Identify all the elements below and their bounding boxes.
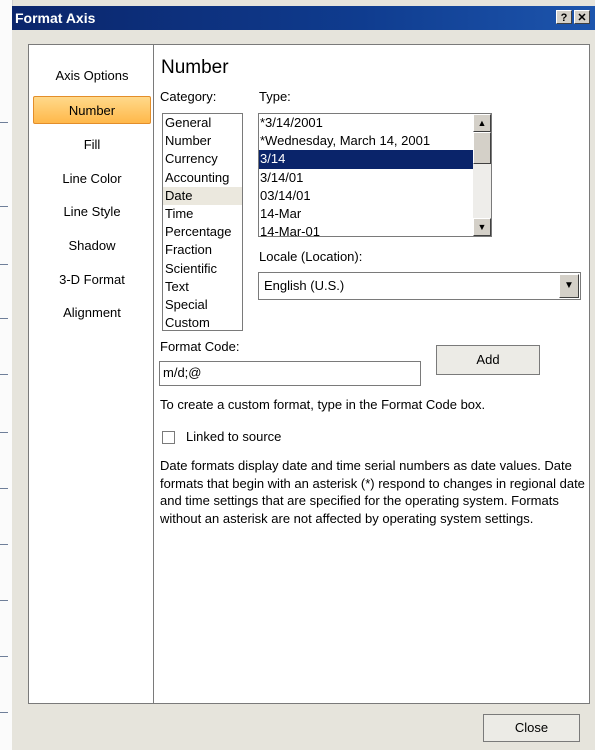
category-label: Category: <box>160 89 217 104</box>
nav-item-fill[interactable]: Fill <box>29 130 155 160</box>
window-title: Format Axis <box>15 10 96 26</box>
format-code-input[interactable]: m/d;@ <box>159 361 421 386</box>
type-item[interactable]: *3/14/2001 <box>259 114 474 132</box>
nav-item-line-style[interactable]: Line Style <box>29 197 155 227</box>
nav-item-number[interactable]: Number <box>33 96 151 124</box>
panel-title: Number <box>161 57 229 78</box>
category-item-scientific[interactable]: Scientific <box>163 260 242 278</box>
type-list-scrollbar[interactable]: ▲ ▼ <box>473 114 491 236</box>
category-item-date[interactable]: Date <box>163 186 242 205</box>
category-list[interactable]: General Number Currency Accounting Date … <box>162 113 243 331</box>
strip-tick <box>0 712 8 713</box>
type-item[interactable]: 14-Mar <box>259 205 474 223</box>
close-window-button[interactable]: ✕ <box>574 10 590 24</box>
type-label: Type: <box>259 89 291 104</box>
strip-tick <box>0 544 8 545</box>
format-code-label: Format Code: <box>160 339 240 354</box>
category-nav: Axis Options Number Fill Line Color Line… <box>28 44 156 704</box>
strip-tick <box>0 600 8 601</box>
scroll-up-icon[interactable]: ▲ <box>473 114 491 132</box>
scroll-thumb[interactable] <box>473 132 491 164</box>
title-bar: Format Axis ? ✕ <box>12 6 595 30</box>
category-item-fraction[interactable]: Fraction <box>163 241 242 259</box>
scroll-down-icon[interactable]: ▼ <box>473 218 491 236</box>
category-item-text[interactable]: Text <box>163 278 242 296</box>
strip-tick <box>0 656 8 657</box>
category-item-percentage[interactable]: Percentage <box>163 223 242 241</box>
category-item-time[interactable]: Time <box>163 205 242 223</box>
custom-format-hint: To create a custom format, type in the F… <box>160 397 486 412</box>
category-item-currency[interactable]: Currency <box>163 150 242 168</box>
add-button[interactable]: Add <box>436 345 540 375</box>
linked-to-source-checkbox[interactable] <box>162 431 175 444</box>
nav-item-shadow[interactable]: Shadow <box>29 231 155 261</box>
category-item-accounting[interactable]: Accounting <box>163 169 242 187</box>
locale-value: English (U.S.) <box>264 278 345 293</box>
category-item-number[interactable]: Number <box>163 132 242 150</box>
type-item[interactable]: 3/14/01 <box>259 169 474 187</box>
category-item-custom[interactable]: Custom <box>163 314 242 330</box>
type-item[interactable]: *Wednesday, March 14, 2001 <box>259 132 474 150</box>
type-item-selected[interactable]: 3/14 <box>259 150 474 169</box>
chevron-down-icon[interactable]: ▼ <box>559 274 579 298</box>
category-item-special[interactable]: Special <box>163 296 242 314</box>
nav-item-3d-format[interactable]: 3-D Format <box>29 265 155 295</box>
nav-item-axis-options[interactable]: Axis Options <box>29 61 155 91</box>
close-button[interactable]: Close <box>483 714 580 742</box>
date-format-description: Date formats display date and time seria… <box>160 458 585 526</box>
strip-tick <box>0 488 8 489</box>
locale-dropdown[interactable]: English (U.S.) ▼ <box>258 272 581 300</box>
locale-label: Locale (Location): <box>259 249 363 264</box>
strip-tick <box>0 122 8 123</box>
nav-item-alignment[interactable]: Alignment <box>29 298 155 328</box>
number-panel: Number Category: Type: General Number Cu… <box>153 44 590 704</box>
type-item[interactable]: 03/14/01 <box>259 187 474 205</box>
strip-tick <box>0 264 8 265</box>
strip-tick <box>0 432 8 433</box>
strip-tick <box>0 206 8 207</box>
category-item-general[interactable]: General <box>163 114 242 132</box>
strip-tick <box>0 374 8 375</box>
type-item[interactable]: 14-Mar-01 <box>259 223 474 236</box>
format-axis-dialog: Axis Options Number Fill Line Color Line… <box>12 30 595 750</box>
help-button[interactable]: ? <box>556 10 572 24</box>
nav-item-line-color[interactable]: Line Color <box>29 164 155 194</box>
linked-to-source-label: Linked to source <box>186 429 282 444</box>
strip-tick <box>0 318 8 319</box>
type-list[interactable]: *3/14/2001 *Wednesday, March 14, 2001 3/… <box>258 113 492 237</box>
